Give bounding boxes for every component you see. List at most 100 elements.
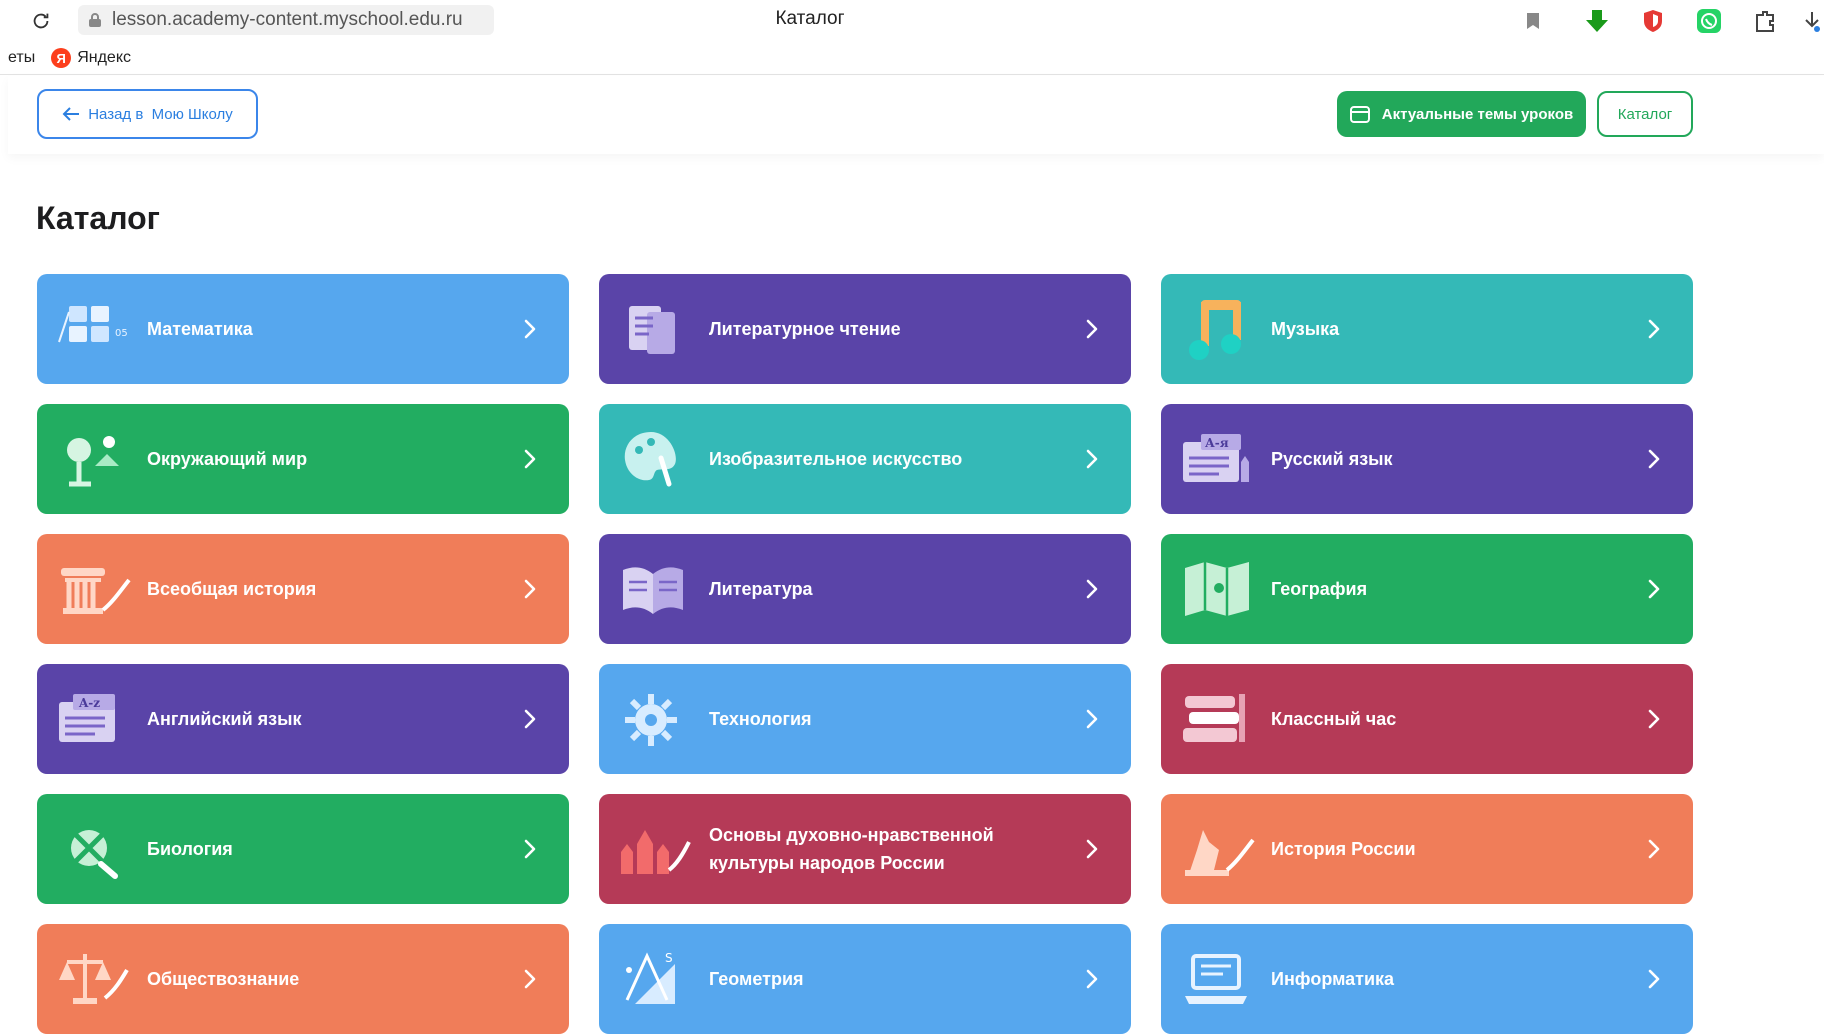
chevron-right-icon xyxy=(1648,579,1660,599)
address-bar[interactable]: lesson.academy-content.myschool.edu.ru xyxy=(78,5,494,35)
subject-card-1[interactable]: 05 Математика xyxy=(37,274,569,384)
subject-card-label: Технология xyxy=(709,709,812,729)
column-icon xyxy=(55,558,131,620)
subject-card-8[interactable]: Литература xyxy=(599,534,1131,644)
page-title: Каталог xyxy=(36,200,160,236)
chevron-right-icon xyxy=(1086,319,1098,339)
subject-card-18[interactable]: Информатика xyxy=(1161,924,1693,1034)
geometry-icon: S xyxy=(617,948,693,1010)
chevron-right-icon xyxy=(1086,579,1098,599)
subject-card-label: Окружающий мир xyxy=(147,449,308,469)
calendar-icon xyxy=(1349,106,1370,123)
subject-card-7[interactable]: Всеобщая история xyxy=(37,534,569,644)
subject-catalog-grid: 05 Математика Литературное чтение Музыка… xyxy=(37,274,1694,1034)
chevron-right-icon xyxy=(524,839,536,859)
subject-card-label: Математика xyxy=(147,319,253,339)
bookmark-item[interactable]: еты xyxy=(8,49,35,67)
subject-card-label: Английский язык xyxy=(147,709,302,729)
scales-icon xyxy=(55,948,131,1010)
topics-button-label: Актуальные темы уроков xyxy=(1381,105,1574,123)
subject-card-label: Литература xyxy=(709,579,813,599)
bookmark-icon[interactable] xyxy=(1518,6,1548,36)
reading-icon xyxy=(617,298,693,360)
subject-card-11[interactable]: Технология xyxy=(599,664,1131,774)
palette-icon xyxy=(617,428,693,490)
download-icon[interactable] xyxy=(1582,6,1612,36)
chevron-right-icon xyxy=(1086,709,1098,729)
biology-icon xyxy=(55,818,131,880)
chevron-right-icon xyxy=(524,449,536,469)
subject-card-17[interactable]: S Геометрия xyxy=(599,924,1131,1034)
monument-icon xyxy=(1179,818,1255,880)
subject-card-4[interactable]: Окружающий мир xyxy=(37,404,569,514)
map-icon xyxy=(1179,558,1255,620)
chevron-right-icon xyxy=(1086,969,1098,989)
subject-card-2[interactable]: Литературное чтение xyxy=(599,274,1131,384)
chevron-right-icon xyxy=(524,709,536,729)
downloads-menu-icon[interactable] xyxy=(1800,6,1824,36)
kremlin-icon xyxy=(617,818,693,880)
back-button-label: Назад в Мою Школу xyxy=(88,105,233,123)
subject-card-label: Геометрия xyxy=(709,969,804,989)
subject-card-label: География xyxy=(1271,579,1368,599)
svg-text:A-z: A-z xyxy=(78,696,100,710)
current-topics-button[interactable]: Актуальные темы уроков xyxy=(1337,91,1586,137)
subject-card-label: Основы духовно-нравственной культуры нар… xyxy=(709,825,994,873)
extension-shield-icon[interactable] xyxy=(1638,6,1668,36)
url-text: lesson.academy-content.myschool.edu.ru xyxy=(112,9,463,30)
open-book-icon xyxy=(617,558,693,620)
russian-language-icon: А-я xyxy=(1179,428,1255,490)
svg-text:05: 05 xyxy=(115,328,128,339)
subject-card-14[interactable]: Основы духовно-нравственной культуры нар… xyxy=(599,794,1131,904)
subject-card-label: Литературное чтение xyxy=(709,319,901,339)
music-note-icon xyxy=(1179,298,1255,360)
subject-card-5[interactable]: Изобразительное искусство xyxy=(599,404,1131,514)
chevron-right-icon xyxy=(1648,839,1660,859)
english-language-icon: A-z xyxy=(55,688,131,750)
gear-icon xyxy=(617,688,693,750)
chevron-right-icon xyxy=(1648,449,1660,469)
back-to-myschool-button[interactable]: Назад в Мою Школу xyxy=(37,89,258,139)
subject-card-13[interactable]: Биология xyxy=(37,794,569,904)
subject-card-15[interactable]: История России xyxy=(1161,794,1693,904)
nature-icon xyxy=(55,428,131,490)
address-bar-row: lesson.academy-content.myschool.edu.ru К… xyxy=(0,0,1824,42)
lock-icon xyxy=(78,5,112,35)
bookmark-yandex[interactable]: Я Яндекс xyxy=(51,48,131,68)
bookmark-label: Яндекс xyxy=(77,49,132,66)
chevron-right-icon xyxy=(1648,709,1660,729)
subject-card-label: Музыка xyxy=(1271,319,1340,339)
laptop-icon xyxy=(1179,948,1255,1010)
chevron-right-icon xyxy=(524,579,536,599)
svg-text:А-я: А-я xyxy=(1205,436,1229,450)
chevron-right-icon xyxy=(1086,449,1098,469)
subject-card-label: Русский язык xyxy=(1271,449,1393,469)
subject-card-3[interactable]: Музыка xyxy=(1161,274,1693,384)
reload-icon[interactable] xyxy=(28,8,54,34)
browser-chrome: lesson.academy-content.myschool.edu.ru К… xyxy=(0,0,1824,75)
subject-card-9[interactable]: География xyxy=(1161,534,1693,644)
tab-title: Каталог xyxy=(775,8,845,29)
subject-card-10[interactable]: A-z Английский язык xyxy=(37,664,569,774)
site-header: Назад в Мою Школу Актуальные темы уроков… xyxy=(8,76,1824,154)
subject-card-label: Всеобщая история xyxy=(147,579,317,599)
chevron-right-icon xyxy=(524,969,536,989)
books-stack-icon xyxy=(1179,688,1255,750)
subject-card-label: Биология xyxy=(147,839,233,859)
subject-card-label: Обществознание xyxy=(147,969,300,989)
math-icon: 05 xyxy=(55,298,131,360)
chevron-right-icon xyxy=(1086,839,1098,859)
subject-card-16[interactable]: Обществознание xyxy=(37,924,569,1034)
yandex-logo-icon: Я xyxy=(51,48,72,68)
chevron-right-icon xyxy=(524,319,536,339)
extensions-icon[interactable] xyxy=(1750,6,1780,36)
svg-text:S: S xyxy=(665,951,673,965)
whatsapp-icon[interactable] xyxy=(1694,6,1724,36)
chevron-right-icon xyxy=(1648,319,1660,339)
subject-card-6[interactable]: А-я Русский язык xyxy=(1161,404,1693,514)
subject-card-label: Классный час xyxy=(1271,709,1397,729)
subject-card-12[interactable]: Классный час xyxy=(1161,664,1693,774)
catalog-button[interactable]: Каталог xyxy=(1597,91,1693,137)
chevron-right-icon xyxy=(1648,969,1660,989)
subject-card-label: Информатика xyxy=(1271,969,1395,989)
